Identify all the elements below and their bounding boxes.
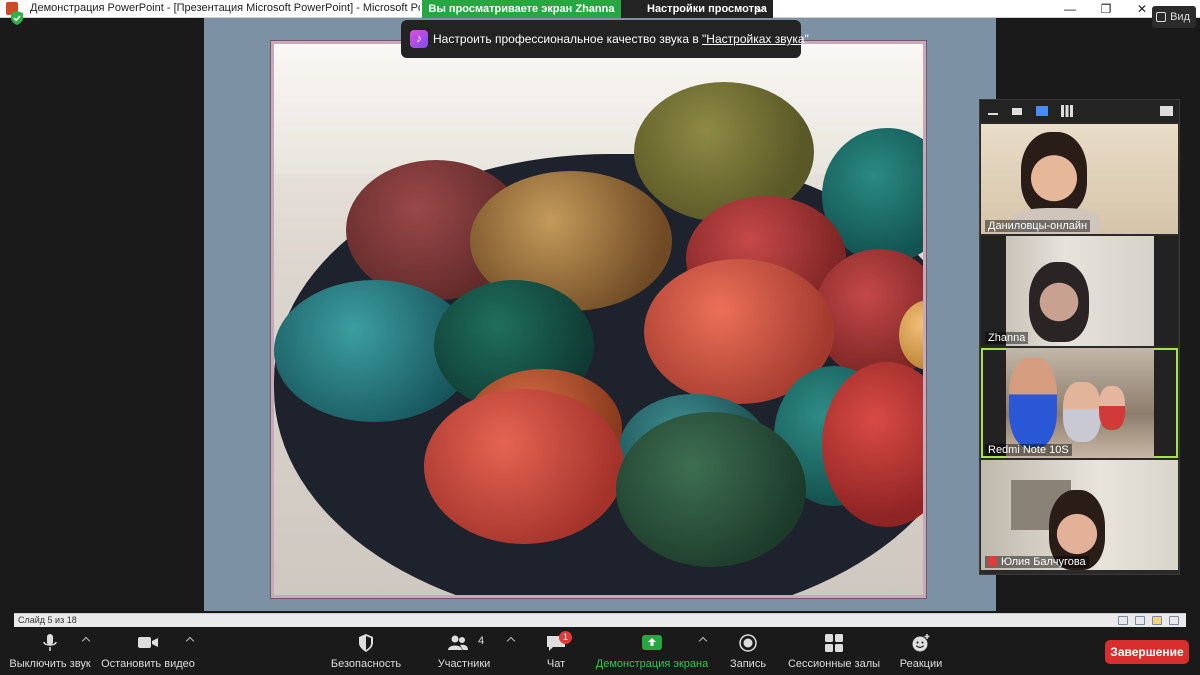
chat-unread-badge: 1 xyxy=(559,631,572,644)
slide-counter: Слайд 5 из 18 xyxy=(18,615,77,625)
zoom-window: Демонстрация PowerPoint - [Презентация M… xyxy=(0,0,1200,675)
participants-count: 4 xyxy=(478,635,485,647)
security-label: Безопасность xyxy=(330,658,402,670)
audio-tip-text: Настроить профессиональное качество звук… xyxy=(433,32,703,46)
participant-tile[interactable]: Zhanna xyxy=(981,236,1178,346)
participants-options-caret[interactable] xyxy=(506,636,516,646)
smiley-plus-icon xyxy=(912,634,930,652)
pop-out-icon[interactable] xyxy=(1160,106,1173,116)
chat-label: Чат xyxy=(546,658,566,670)
chat-button[interactable]: 1 Чат xyxy=(536,628,576,675)
stop-video-button[interactable]: Остановить видео xyxy=(100,628,196,675)
slide-sorter-icon[interactable] xyxy=(1135,616,1145,625)
minimize-panel-icon[interactable] xyxy=(988,113,998,115)
child-figure xyxy=(1009,358,1057,448)
encryption-shield-icon xyxy=(11,11,23,25)
avatar xyxy=(1029,262,1089,342)
normal-view-icon[interactable] xyxy=(1118,616,1128,625)
egg xyxy=(616,412,806,567)
avatar xyxy=(1021,132,1087,216)
child-figure xyxy=(1099,386,1125,430)
participants-label: Участники xyxy=(437,658,491,670)
shared-screen-slide xyxy=(204,18,996,611)
window-controls: — ❐ ✕ xyxy=(1052,0,1160,18)
participant-name: Даниловцы-онлайн xyxy=(985,220,1091,232)
participant-name: Юлия Балчугова xyxy=(985,556,1089,568)
reading-view-icon[interactable] xyxy=(1152,616,1162,625)
participant-name: Redmi Note 10S xyxy=(985,444,1072,456)
share-screen-button[interactable]: Демонстрация экрана xyxy=(596,628,708,675)
participant-tile[interactable]: Даниловцы-онлайн xyxy=(981,124,1178,234)
breakout-rooms-button[interactable]: Сессионные залы xyxy=(786,628,882,675)
restore-button[interactable]: ❐ xyxy=(1088,0,1124,18)
easter-eggs-photo xyxy=(271,41,926,598)
share-screen-label: Демонстрация экрана xyxy=(595,658,709,670)
view-options-dropdown[interactable]: Настройки просмотра xyxy=(621,0,773,19)
audio-quality-tip: ♪ Настроить профессиональное качество зв… xyxy=(401,20,809,58)
powerpoint-status-bar: Слайд 5 из 18 xyxy=(14,613,1186,627)
egg xyxy=(424,389,624,544)
participant-video-panel: Даниловцы-онлайн Zhanna Redmi Note 10S Ю… xyxy=(979,99,1180,575)
view-label: Вид xyxy=(1170,11,1190,23)
minimize-button[interactable]: — xyxy=(1052,0,1088,18)
window-title: Демонстрация PowerPoint - [Презентация M… xyxy=(30,2,420,14)
participants-icon xyxy=(447,635,468,650)
speaker-view-icon[interactable] xyxy=(1036,106,1048,116)
record-icon xyxy=(739,634,757,652)
participant-name-text: Юлия Балчугова xyxy=(1001,556,1086,568)
shield-icon xyxy=(359,634,373,652)
reactions-button[interactable]: Реакции xyxy=(896,628,946,675)
single-video-icon[interactable] xyxy=(1012,108,1022,115)
participants-button[interactable]: 4 Участники xyxy=(432,628,496,675)
video-camera-icon xyxy=(138,637,158,648)
video-label: Остановить видео xyxy=(101,658,195,670)
child-figure xyxy=(1063,382,1101,442)
mute-label: Выключить звук xyxy=(9,658,91,670)
gallery-view-icon[interactable] xyxy=(1061,105,1073,117)
audio-settings-link[interactable]: "Настройках звука" xyxy=(702,32,809,46)
record-button[interactable]: Запись xyxy=(725,628,771,675)
share-screen-icon xyxy=(642,635,662,650)
end-meeting-button[interactable]: Завершение xyxy=(1105,640,1189,664)
breakout-rooms-icon xyxy=(825,634,843,652)
meeting-toolbar: Выключить звук Остановить видео Безопасн… xyxy=(0,628,1200,675)
security-button[interactable]: Безопасность xyxy=(326,628,406,675)
microphone-icon xyxy=(43,634,57,651)
breakout-rooms-label: Сессионные залы xyxy=(787,658,881,670)
participant-tile[interactable]: Юлия Балчугова xyxy=(981,460,1178,570)
music-note-icon: ♪ xyxy=(410,30,428,48)
participant-name: Zhanna xyxy=(985,332,1029,344)
reactions-label: Реакции xyxy=(899,658,943,670)
grid-icon xyxy=(1156,12,1167,22)
muted-mic-icon xyxy=(988,556,997,566)
record-label: Запись xyxy=(729,658,767,670)
viewing-screen-banner: Вы просматриваете экран Zhanna xyxy=(422,0,621,19)
participant-tile-active-speaker[interactable]: Redmi Note 10S xyxy=(981,348,1178,458)
view-options-label: Настройки просмотра xyxy=(647,3,767,15)
slideshow-view-icon[interactable] xyxy=(1169,616,1179,625)
view-button[interactable]: Вид xyxy=(1152,6,1196,28)
mute-button[interactable]: Выключить звук xyxy=(5,628,95,675)
panel-view-toolbar xyxy=(980,100,1179,122)
